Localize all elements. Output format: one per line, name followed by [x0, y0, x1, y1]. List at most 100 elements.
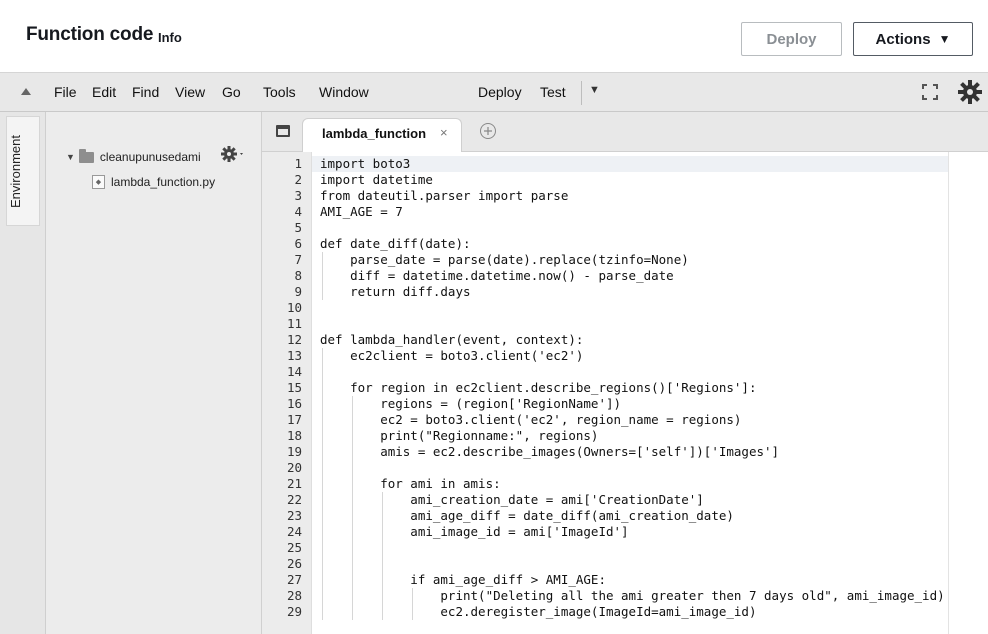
- line-number: 8: [294, 268, 302, 283]
- code-line[interactable]: 29 ec2.deregister_image(ImageId=ami_imag…: [0, 604, 988, 620]
- line-number: 13: [286, 348, 302, 363]
- menu-window[interactable]: Window: [319, 84, 369, 100]
- indent-guide: [322, 252, 323, 300]
- info-link[interactable]: Info: [158, 30, 182, 45]
- code-line[interactable]: 4 AMI_AGE = 7: [0, 204, 988, 220]
- line-number: 18: [286, 428, 302, 443]
- deploy-button[interactable]: Deploy: [741, 22, 842, 56]
- code-line[interactable]: 22 ami_creation_date = ami['CreationDate…: [0, 492, 988, 508]
- line-number: 16: [286, 396, 302, 411]
- line-number: 10: [286, 300, 302, 315]
- code-line[interactable]: 23 ami_age_diff = date_diff(ami_creation…: [0, 508, 988, 524]
- code-line[interactable]: 26: [0, 556, 988, 572]
- actions-button[interactable]: Actions ▼: [853, 22, 973, 56]
- code-line[interactable]: 11: [0, 316, 988, 332]
- collapse-arrow-icon[interactable]: [21, 88, 31, 95]
- function-code-header: Function code Info Deploy Actions ▼: [0, 0, 988, 78]
- expand-icon[interactable]: [921, 83, 939, 101]
- code-line[interactable]: 10: [0, 300, 988, 316]
- line-number: 25: [286, 540, 302, 555]
- code-text: for ami in amis:: [320, 476, 501, 491]
- line-number: 20: [286, 460, 302, 475]
- code-text: def date_diff(date):: [320, 236, 471, 251]
- close-icon[interactable]: ×: [440, 125, 448, 140]
- ide-menubar: File Edit Find View Go Tools Window Depl…: [0, 72, 988, 112]
- page-title: Function code: [26, 24, 154, 45]
- code-text: ec2.deregister_image(ImageId=ami_image_i…: [320, 604, 757, 619]
- line-number: 6: [294, 236, 302, 251]
- line-number: 22: [286, 492, 302, 507]
- line-number: 19: [286, 444, 302, 459]
- menu-separator: [581, 81, 582, 105]
- code-text: import boto3: [320, 156, 411, 171]
- code-text: def lambda_handler(event, context):: [320, 332, 584, 347]
- code-line[interactable]: 16 regions = (region['RegionName']): [0, 396, 988, 412]
- code-line[interactable]: 25: [0, 540, 988, 556]
- menu-go[interactable]: Go: [222, 84, 241, 100]
- code-line[interactable]: 18 print("Regionname:", regions): [0, 428, 988, 444]
- code-text: AMI_AGE = 7: [320, 204, 403, 219]
- gear-icon[interactable]: [957, 79, 983, 105]
- test-dropdown-icon[interactable]: ▼: [589, 84, 600, 96]
- add-tab-icon[interactable]: [479, 122, 497, 140]
- line-number: 28: [286, 588, 302, 603]
- caret-down-icon: ▼: [938, 32, 951, 46]
- line-number: 26: [286, 556, 302, 571]
- code-text: from dateutil.parser import parse: [320, 188, 569, 203]
- code-text: print("Regionname:", regions): [320, 428, 599, 443]
- menu-test[interactable]: Test: [540, 84, 566, 100]
- code-line[interactable]: 24 ami_image_id = ami['ImageId']: [0, 524, 988, 540]
- menu-view[interactable]: View: [175, 84, 205, 100]
- code-line[interactable]: 7 parse_date = parse(date).replace(tzinf…: [0, 252, 988, 268]
- code-line[interactable]: 21 for ami in amis:: [0, 476, 988, 492]
- menu-find[interactable]: Find: [132, 84, 159, 100]
- code-line[interactable]: 12 def lambda_handler(event, context):: [0, 332, 988, 348]
- line-number: 14: [286, 364, 302, 379]
- line-number: 3: [294, 188, 302, 203]
- code-text: ami_creation_date = ami['CreationDate']: [320, 492, 704, 507]
- code-text: if ami_age_diff > AMI_AGE:: [320, 572, 606, 587]
- code-line[interactable]: 8 diff = datetime.datetime.now() - parse…: [0, 268, 988, 284]
- code-line[interactable]: 9 return diff.days: [0, 284, 988, 300]
- line-number: 7: [294, 252, 302, 267]
- code-text: for region in ec2client.describe_regions…: [320, 380, 757, 395]
- menu-edit[interactable]: Edit: [92, 84, 116, 100]
- line-number: 5: [294, 220, 302, 235]
- line-number: 1: [294, 156, 302, 171]
- menu-tools[interactable]: Tools: [263, 84, 296, 100]
- code-line[interactable]: 20: [0, 460, 988, 476]
- code-line[interactable]: 14: [0, 364, 988, 380]
- code-line[interactable]: 6 def date_diff(date):: [0, 236, 988, 252]
- code-text: return diff.days: [320, 284, 471, 299]
- code-line[interactable]: 2 import datetime: [0, 172, 988, 188]
- code-line[interactable]: 1 import boto3: [0, 156, 988, 172]
- line-number: 12: [286, 332, 302, 347]
- code-text: diff = datetime.datetime.now() - parse_d…: [320, 268, 674, 283]
- line-number: 9: [294, 284, 302, 299]
- code-line[interactable]: 5: [0, 220, 988, 236]
- code-text: ec2 = boto3.client('ec2', region_name = …: [320, 412, 742, 427]
- line-number: 11: [286, 316, 302, 331]
- menu-file[interactable]: File: [54, 84, 77, 100]
- actions-button-label: Actions: [875, 30, 931, 48]
- code-text: regions = (region['RegionName']): [320, 396, 622, 411]
- code-line[interactable]: 15 for region in ec2client.describe_regi…: [0, 380, 988, 396]
- code-line[interactable]: 28 print("Deleting all the ami greater t…: [0, 588, 988, 604]
- code-text: amis = ec2.describe_images(Owners=['self…: [320, 444, 780, 459]
- indent-guide: [352, 396, 354, 620]
- code-line[interactable]: 17 ec2 = boto3.client('ec2', region_name…: [0, 412, 988, 428]
- code-line[interactable]: 27 if ami_age_diff > AMI_AGE:: [0, 572, 988, 588]
- line-number: 15: [286, 380, 302, 395]
- line-number: 23: [286, 508, 302, 523]
- code-text: parse_date = parse(date).replace(tzinfo=…: [320, 252, 689, 267]
- indent-guide: [322, 348, 323, 620]
- code-line[interactable]: 19 amis = ec2.describe_images(Owners=['s…: [0, 444, 988, 460]
- tab-label: lambda_function: [322, 126, 427, 141]
- code-line[interactable]: 13 ec2client = boto3.client('ec2'): [0, 348, 988, 364]
- menu-deploy[interactable]: Deploy: [478, 84, 522, 100]
- code-text: ami_image_id = ami['ImageId']: [320, 524, 629, 539]
- tab-list-icon[interactable]: [276, 125, 290, 137]
- code-line[interactable]: 3 from dateutil.parser import parse: [0, 188, 988, 204]
- code-text: print("Deleting all the ami greater then…: [320, 588, 945, 603]
- line-number: 24: [286, 524, 302, 539]
